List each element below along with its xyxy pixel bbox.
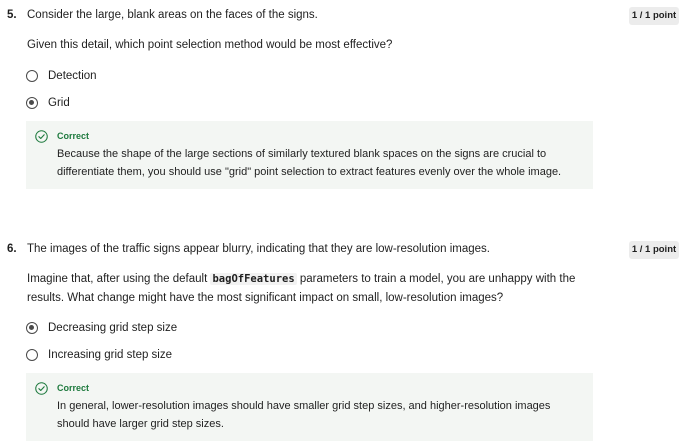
radio-button[interactable] [26,70,38,82]
feedback-panel: Correct Because the shape of the large s… [26,121,593,189]
option-detection[interactable]: Detection [26,68,97,84]
question-text: Consider the large, blank areas on the f… [27,9,318,21]
feedback-text: In general, lower-resolution images shou… [57,400,551,430]
option-grid[interactable]: Grid [26,95,70,111]
feedback-title: Correct [57,383,90,393]
option-label: Detection [48,70,97,82]
option-label: Decreasing grid step size [48,322,178,334]
option-decreasing-grid-step[interactable]: Decreasing grid step size [26,320,177,336]
question-prompt: Given this detail, which point selection… [27,39,393,51]
points-badge: 1 / 1 point [629,7,679,25]
option-label: Increasing grid step size [48,349,173,361]
question-text: The images of the traffic signs appear b… [27,243,491,255]
check-circle-icon [35,130,48,143]
feedback-text: Because the shape of the large sections … [57,148,562,178]
question-number: 5. [7,9,17,21]
feedback-panel: Correct In general, lower-resolution ima… [26,373,593,441]
question-prompt: Imagine that, after using the default ba… [27,270,587,308]
option-increasing-grid-step[interactable]: Increasing grid step size [26,347,172,363]
radio-button-selected[interactable] [26,322,38,334]
feedback-title: Correct [57,131,90,141]
radio-button[interactable] [26,349,38,361]
points-badge: 1 / 1 point [629,241,679,259]
radio-button-selected[interactable] [26,97,38,109]
prompt-text-before: Imagine that, after using the default [27,273,211,285]
option-label: Grid [48,97,70,109]
question-number: 6. [7,243,17,255]
code-bagoffeatures: bagOfFeatures [210,273,297,285]
check-circle-icon [35,382,48,395]
